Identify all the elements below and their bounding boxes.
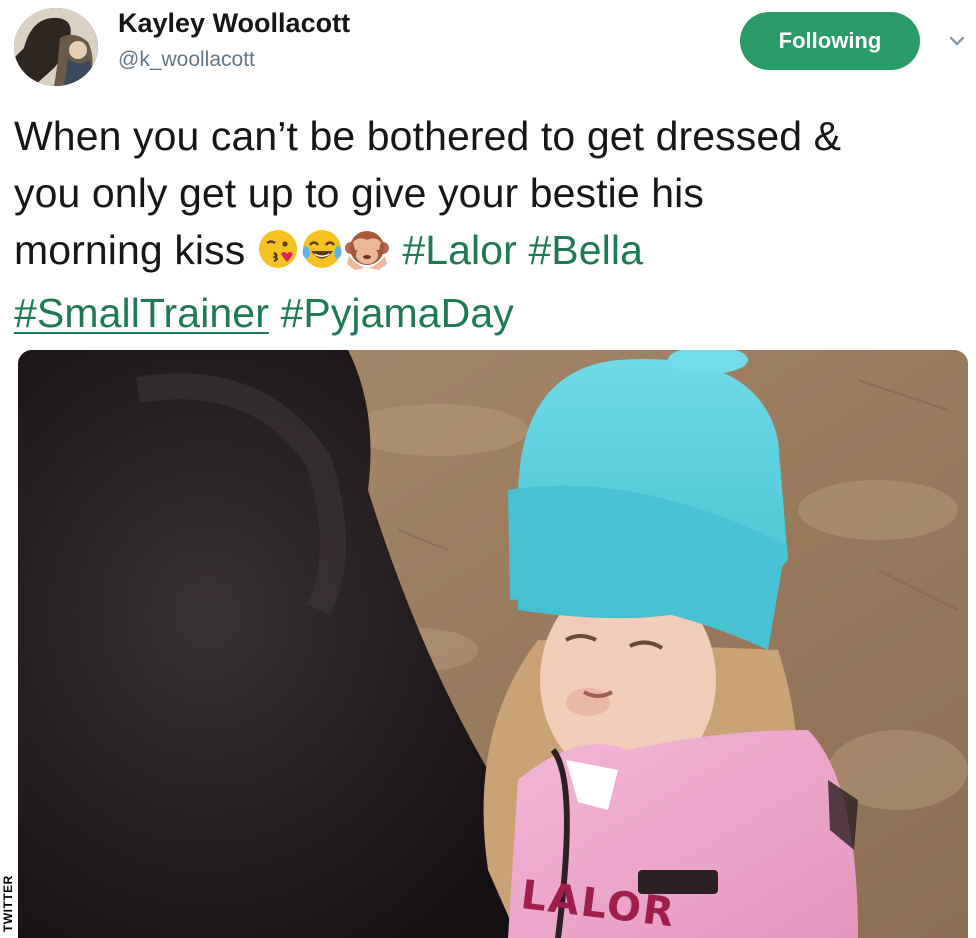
tweet-card: Kayley Woollacott @k_woollacott Followin… (0, 0, 976, 938)
tweet-line-2: you only get up to give your bestie his (14, 170, 704, 216)
avatar-horse-photo (14, 8, 98, 86)
chevron-down-icon (949, 36, 965, 46)
tweet-text: When you can’t be bothered to get dresse… (14, 108, 976, 342)
hashtag-smalltrainer[interactable]: #SmallTrainer (14, 290, 269, 336)
twitter-watermark: TWITTER (0, 869, 16, 938)
hashtag-pyjamaday[interactable]: #PyjamaDay (280, 290, 513, 336)
face-with-tears-of-joy-icon (301, 228, 343, 285)
tweet-line-3-text: morning kiss (14, 227, 246, 273)
tweet-menu-button[interactable] (944, 28, 970, 54)
media-photo (18, 350, 968, 938)
tweet-line-1: When you can’t be bothered to get dresse… (14, 113, 842, 159)
hashtag-lalor[interactable]: #Lalor (402, 227, 517, 273)
tweet-media-video[interactable]: LALOR (18, 350, 968, 938)
see-no-evil-monkey-icon (344, 228, 389, 285)
following-button[interactable]: Following (740, 12, 920, 70)
author-name[interactable]: Kayley Woollacott (118, 8, 350, 39)
author-handle[interactable]: @k_woollacott (118, 48, 255, 72)
author-avatar[interactable] (14, 8, 98, 86)
face-blowing-kiss-icon (257, 228, 299, 285)
hashtag-bella[interactable]: #Bella (528, 227, 643, 273)
